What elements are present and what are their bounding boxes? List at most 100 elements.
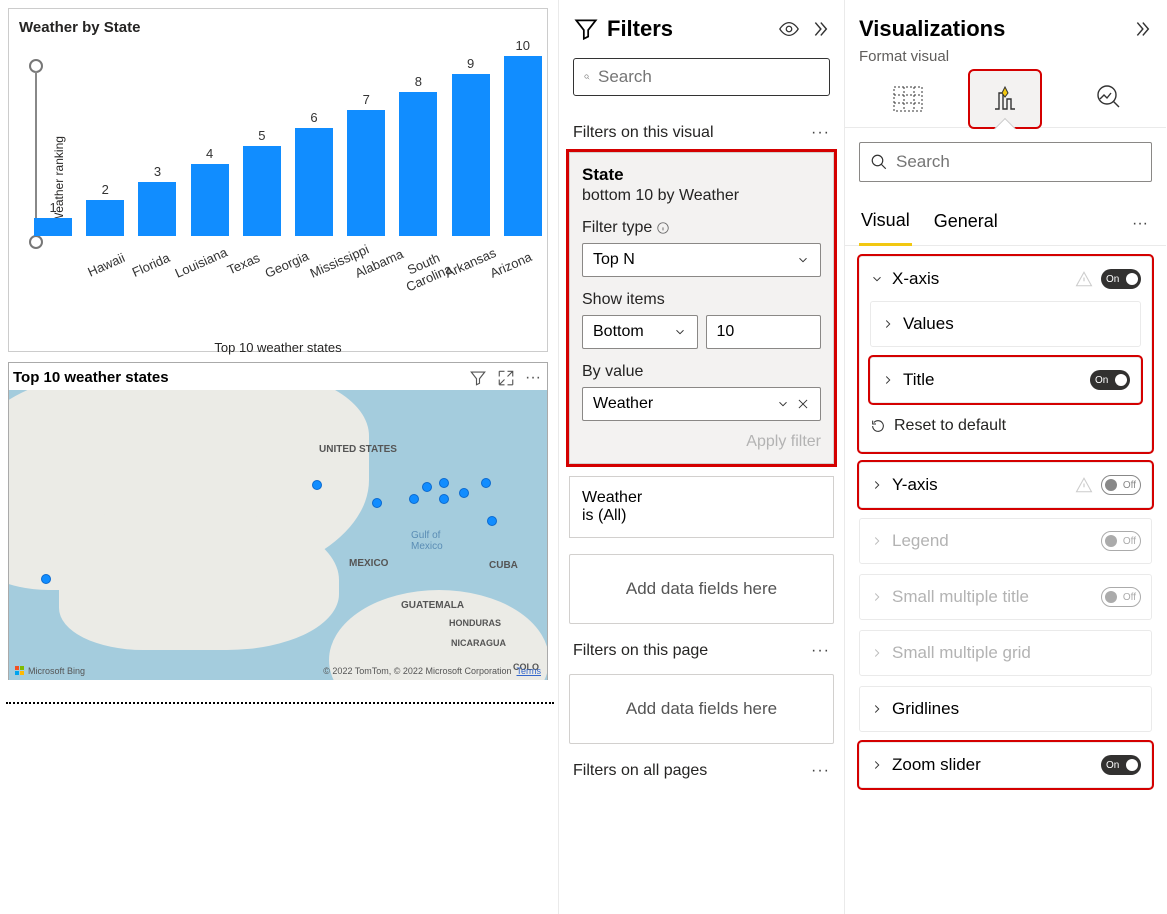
bar-chart-visual[interactable]: Weather by State Weather ranking 1 2 3 4… <box>8 8 548 352</box>
add-fields-dropzone[interactable]: Add data fields here <box>569 554 834 624</box>
map-label: CUBA <box>489 560 518 571</box>
prop-gridlines[interactable]: Gridlines <box>859 686 1152 732</box>
slider-handle-bottom[interactable] <box>29 235 43 249</box>
prop-x-axis[interactable]: X-axis On Values Title On Reset to d <box>859 256 1152 452</box>
chevron-right-icon <box>870 702 884 716</box>
search-input[interactable] <box>598 67 819 87</box>
collapse-icon[interactable] <box>808 18 830 40</box>
map-point[interactable] <box>422 482 432 492</box>
prop-values[interactable]: Values <box>870 301 1141 347</box>
viz-title: Visualizations <box>859 16 1130 42</box>
bar[interactable] <box>138 182 176 236</box>
warning-icon <box>1075 476 1093 494</box>
toggle-zoom[interactable]: On <box>1101 755 1141 775</box>
tab-general[interactable]: General <box>932 203 1000 244</box>
prop-small-multiple-title: Small multiple title Off <box>859 574 1152 620</box>
bar[interactable] <box>86 200 124 236</box>
search-input[interactable] <box>896 152 1141 172</box>
clear-icon[interactable] <box>796 397 810 411</box>
prop-y-axis[interactable]: Y-axis Off <box>859 462 1152 508</box>
map-point[interactable] <box>439 494 449 504</box>
expand-icon[interactable] <box>497 369 515 387</box>
chevron-right-icon <box>870 590 884 604</box>
canvas-divider <box>6 702 554 704</box>
prop-zoom-slider[interactable]: Zoom slider On <box>859 742 1152 788</box>
filters-search[interactable] <box>573 58 830 96</box>
bar[interactable] <box>191 164 229 236</box>
terms-link[interactable]: Terms <box>517 666 542 676</box>
section-label: Filters on this page <box>573 642 708 660</box>
map-credits: © 2022 TomTom, © 2022 Microsoft Corporat… <box>323 666 541 676</box>
chevron-right-icon <box>881 373 895 387</box>
warning-icon <box>1075 270 1093 288</box>
bar[interactable] <box>504 56 542 236</box>
map-point[interactable] <box>481 478 491 488</box>
more-icon[interactable]: ··· <box>525 369 541 387</box>
map-label: GUATEMALA <box>401 600 464 611</box>
bars-container: 1 2 3 4 5 6 7 8 9 10 <box>29 56 547 236</box>
chevron-right-icon <box>870 758 884 772</box>
state-filter-card[interactable]: State bottom 10 by Weather Filter type T… <box>569 152 834 464</box>
by-value-field[interactable]: Weather <box>582 387 821 421</box>
map-label: NICARAGUA <box>451 638 506 648</box>
filter-type-select[interactable]: Top N <box>582 243 821 277</box>
viz-search[interactable] <box>859 142 1152 182</box>
x-axis-labels: Hawaii Florida Louisiana Texas Georgia M… <box>77 236 527 280</box>
more-icon[interactable]: ··· <box>811 762 830 780</box>
x-axis-title: Top 10 weather states <box>9 340 547 355</box>
tab-visual[interactable]: Visual <box>859 202 912 246</box>
map-point[interactable] <box>41 574 51 584</box>
reset-to-default-button[interactable]: Reset to default <box>860 413 1151 451</box>
analytics-icon <box>1085 81 1121 117</box>
analytics-tab[interactable] <box>1068 71 1138 127</box>
add-fields-dropzone[interactable]: Add data fields here <box>569 674 834 744</box>
chevron-right-icon <box>870 646 884 660</box>
bar[interactable] <box>452 74 490 236</box>
show-items-select[interactable]: Bottom <box>582 315 698 349</box>
map-point[interactable] <box>439 478 449 488</box>
section-label: Filters on this visual <box>573 124 714 142</box>
prop-title[interactable]: Title On <box>870 357 1141 403</box>
map-point[interactable] <box>487 516 497 526</box>
map-visual[interactable]: Top 10 weather states ··· UNITED STATES … <box>8 362 548 680</box>
eye-icon[interactable] <box>778 18 800 40</box>
more-icon[interactable]: ··· <box>1132 215 1152 233</box>
show-items-n-input[interactable] <box>706 315 822 349</box>
build-visual-tab[interactable] <box>873 71 943 127</box>
filter-field-name: State <box>582 165 821 185</box>
map-point[interactable] <box>459 488 469 498</box>
visualizations-pane: Visualizations Format visual Visual Gene… <box>844 0 1166 914</box>
toggle-title[interactable]: On <box>1090 370 1130 390</box>
bar[interactable] <box>243 146 281 236</box>
toggle-y-axis[interactable]: Off <box>1101 475 1141 495</box>
chevron-down-icon <box>796 253 810 267</box>
search-icon <box>584 68 590 86</box>
toggle-x-axis[interactable]: On <box>1101 269 1141 289</box>
chevron-right-icon <box>870 478 884 492</box>
chevron-right-icon <box>881 317 895 331</box>
chevron-down-icon <box>870 272 884 286</box>
bing-attribution: Microsoft Bing <box>15 666 85 676</box>
chevron-down-icon[interactable] <box>776 397 790 411</box>
apply-filter-button[interactable]: Apply filter <box>582 433 821 451</box>
map-point[interactable] <box>372 498 382 508</box>
bar[interactable] <box>347 110 385 236</box>
table-icon <box>890 81 926 117</box>
bar[interactable] <box>34 218 72 236</box>
map-title: Top 10 weather states <box>9 363 547 390</box>
map-canvas[interactable]: UNITED STATES MEXICO Gulf of Mexico CUBA… <box>9 390 547 680</box>
more-icon[interactable]: ··· <box>811 642 830 660</box>
weather-filter-card[interactable]: Weather is (All) <box>569 476 834 538</box>
report-canvas: Weather by State Weather ranking 1 2 3 4… <box>0 0 558 914</box>
collapse-icon[interactable] <box>1130 18 1152 40</box>
filter-icon[interactable] <box>469 369 487 387</box>
map-point[interactable] <box>312 480 322 490</box>
format-visual-tab[interactable] <box>970 71 1040 127</box>
bar[interactable] <box>399 92 437 236</box>
viz-subtitle: Format visual <box>845 48 1166 65</box>
more-icon[interactable]: ··· <box>811 124 830 142</box>
filter-icon <box>573 16 599 42</box>
map-point[interactable] <box>409 494 419 504</box>
bar[interactable] <box>295 128 333 236</box>
info-icon[interactable] <box>656 221 670 235</box>
